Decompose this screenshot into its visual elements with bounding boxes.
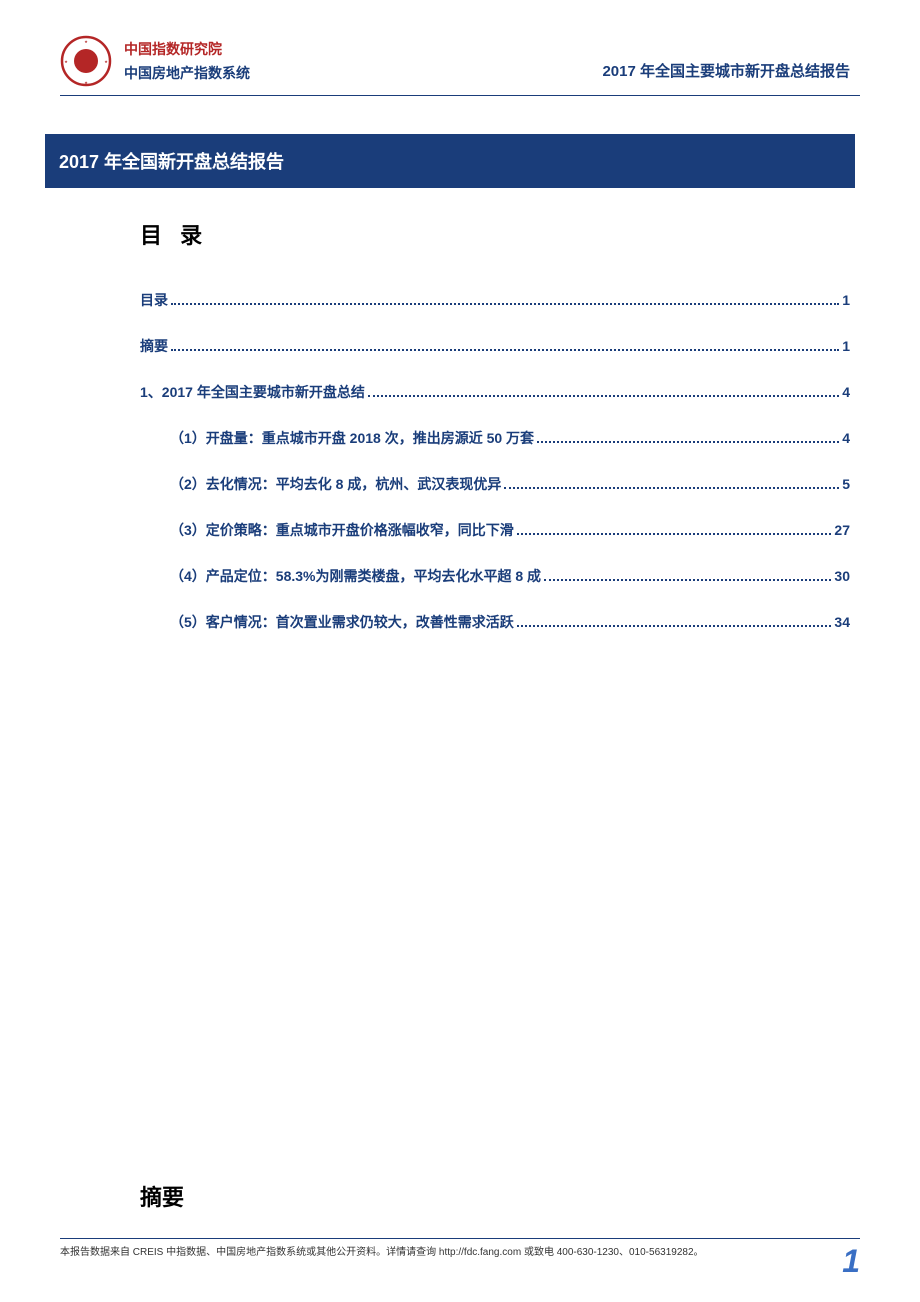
toc-entry: （1）开盘量：重点城市开盘 2018 次，推出房源近 50 万套 4 — [140, 428, 850, 448]
page-number: 1 — [842, 1245, 860, 1277]
toc-dots — [517, 625, 832, 627]
toc-page: 4 — [842, 384, 850, 400]
toc-label: （5）客户情况：首次置业需求仍较大，改善性需求活跃 — [170, 612, 514, 632]
page-footer: 本报告数据来自 CREIS 中指数据、中国房地产指数系统或其他公开资料。详情请查… — [0, 1238, 920, 1277]
toc-entry: 目录 1 — [140, 290, 850, 310]
header-rule — [60, 95, 860, 96]
toc-dots — [537, 441, 839, 443]
toc-label: （4）产品定位：58.3%为刚需类楼盘，平均去化水平超 8 成 — [170, 566, 541, 586]
logo-icon: ★ ★ ★ ★ — [60, 35, 112, 87]
svg-text:★: ★ — [64, 59, 68, 64]
org-name-1: 中国指数研究院 — [124, 39, 250, 59]
toc-page: 27 — [834, 522, 850, 538]
toc-dots — [171, 303, 839, 305]
toc-label: 摘要 — [140, 336, 168, 356]
toc-entry: （2）去化情况：平均去化 8 成，杭州、武汉表现优异 5 — [140, 474, 850, 494]
toc-page: 34 — [834, 614, 850, 630]
org-info: 中国指数研究院 中国房地产指数系统 — [124, 39, 250, 83]
toc-page: 1 — [842, 338, 850, 354]
toc-dots — [517, 533, 832, 535]
toc-heading: 目 录 — [140, 218, 860, 250]
svg-text:★: ★ — [84, 39, 88, 44]
footer-text: 本报告数据来自 CREIS 中指数据、中国房地产指数系统或其他公开资料。详情请查… — [60, 1245, 822, 1260]
toc-page: 30 — [834, 568, 850, 584]
page-header: ★ ★ ★ ★ 中国指数研究院 中国房地产指数系统 2017 年全国主要城市新开… — [0, 0, 920, 95]
toc-entry: （4）产品定位：58.3%为刚需类楼盘，平均去化水平超 8 成 30 — [140, 566, 850, 586]
toc-page: 5 — [842, 476, 850, 492]
title-bar: 2017 年全国新开盘总结报告 — [45, 134, 855, 188]
footer-rule — [60, 1238, 860, 1239]
toc-label: （3）定价策略：重点城市开盘价格涨幅收窄，同比下滑 — [170, 520, 514, 540]
toc-dots — [504, 487, 839, 489]
content-area: 目 录 目录1摘要11、2017 年全国主要城市新开盘总结4（1）开盘量：重点城… — [0, 218, 920, 632]
toc-dots — [171, 349, 839, 351]
toc-dots — [368, 395, 839, 397]
toc-label: 1、2017 年全国主要城市新开盘总结 — [140, 382, 365, 402]
toc-label: 目录 — [140, 290, 168, 310]
toc-entry: （5）客户情况：首次置业需求仍较大，改善性需求活跃 34 — [140, 612, 850, 632]
header-doc-title: 2017 年全国主要城市新开盘总结报告 — [602, 60, 850, 81]
toc-label: （2）去化情况：平均去化 8 成，杭州、武汉表现优异 — [170, 474, 501, 494]
svg-text:★: ★ — [84, 80, 88, 85]
toc-entry: 1、2017 年全国主要城市新开盘总结 4 — [140, 382, 850, 402]
abstract-heading: 摘要 — [140, 1180, 184, 1212]
toc-label: （1）开盘量：重点城市开盘 2018 次，推出房源近 50 万套 — [170, 428, 534, 448]
toc-dots — [544, 579, 831, 581]
toc-list: 目录1摘要11、2017 年全国主要城市新开盘总结4（1）开盘量：重点城市开盘 … — [140, 290, 850, 632]
toc-entry: （3）定价策略：重点城市开盘价格涨幅收窄，同比下滑 27 — [140, 520, 850, 540]
svg-text:★: ★ — [104, 59, 108, 64]
toc-entry: 摘要 1 — [140, 336, 850, 356]
toc-page: 4 — [842, 430, 850, 446]
org-name-2: 中国房地产指数系统 — [124, 63, 250, 83]
toc-page: 1 — [842, 292, 850, 308]
